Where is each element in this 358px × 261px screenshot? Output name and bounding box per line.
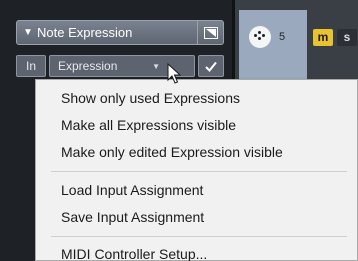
- midi-port-icon: [249, 26, 271, 48]
- mute-button[interactable]: m: [313, 28, 333, 46]
- menu-item-save-input-assignment[interactable]: Save Input Assignment: [61, 207, 204, 227]
- menu-separator: [51, 171, 347, 172]
- expression-controls-row: In Expression ▼: [16, 55, 224, 77]
- menu-separator: [51, 236, 347, 237]
- dropdown-arrow-icon: ▼: [152, 62, 160, 71]
- menu-item-show-only-used-expressions[interactable]: Show only used Expressions: [61, 88, 240, 108]
- track-number: 5: [279, 31, 286, 43]
- note-expression-section-header[interactable]: ▼ Note Expression: [16, 20, 224, 45]
- mouse-cursor-icon: [167, 63, 181, 84]
- panel-toggle-icon[interactable]: [197, 21, 223, 44]
- expand-triangle-icon[interactable]: ▼: [17, 27, 35, 38]
- expression-dropdown-label: Expression: [58, 59, 118, 73]
- menu-item-midi-controller-setup[interactable]: MIDI Controller Setup...: [61, 244, 207, 261]
- checkmark-icon[interactable]: [198, 55, 224, 77]
- context-menu: Show only used Expressions Make all Expr…: [35, 79, 358, 261]
- track-row[interactable]: 5 m s: [239, 22, 358, 52]
- menu-item-make-all-expressions-visible[interactable]: Make all Expressions visible: [61, 115, 236, 135]
- input-button[interactable]: In: [16, 55, 46, 77]
- section-title: Note Expression: [37, 25, 133, 40]
- menu-item-load-input-assignment[interactable]: Load Input Assignment: [61, 180, 203, 200]
- solo-button[interactable]: s: [337, 28, 357, 46]
- menu-item-make-only-edited-expression-visible[interactable]: Make only edited Expression visible: [61, 142, 283, 162]
